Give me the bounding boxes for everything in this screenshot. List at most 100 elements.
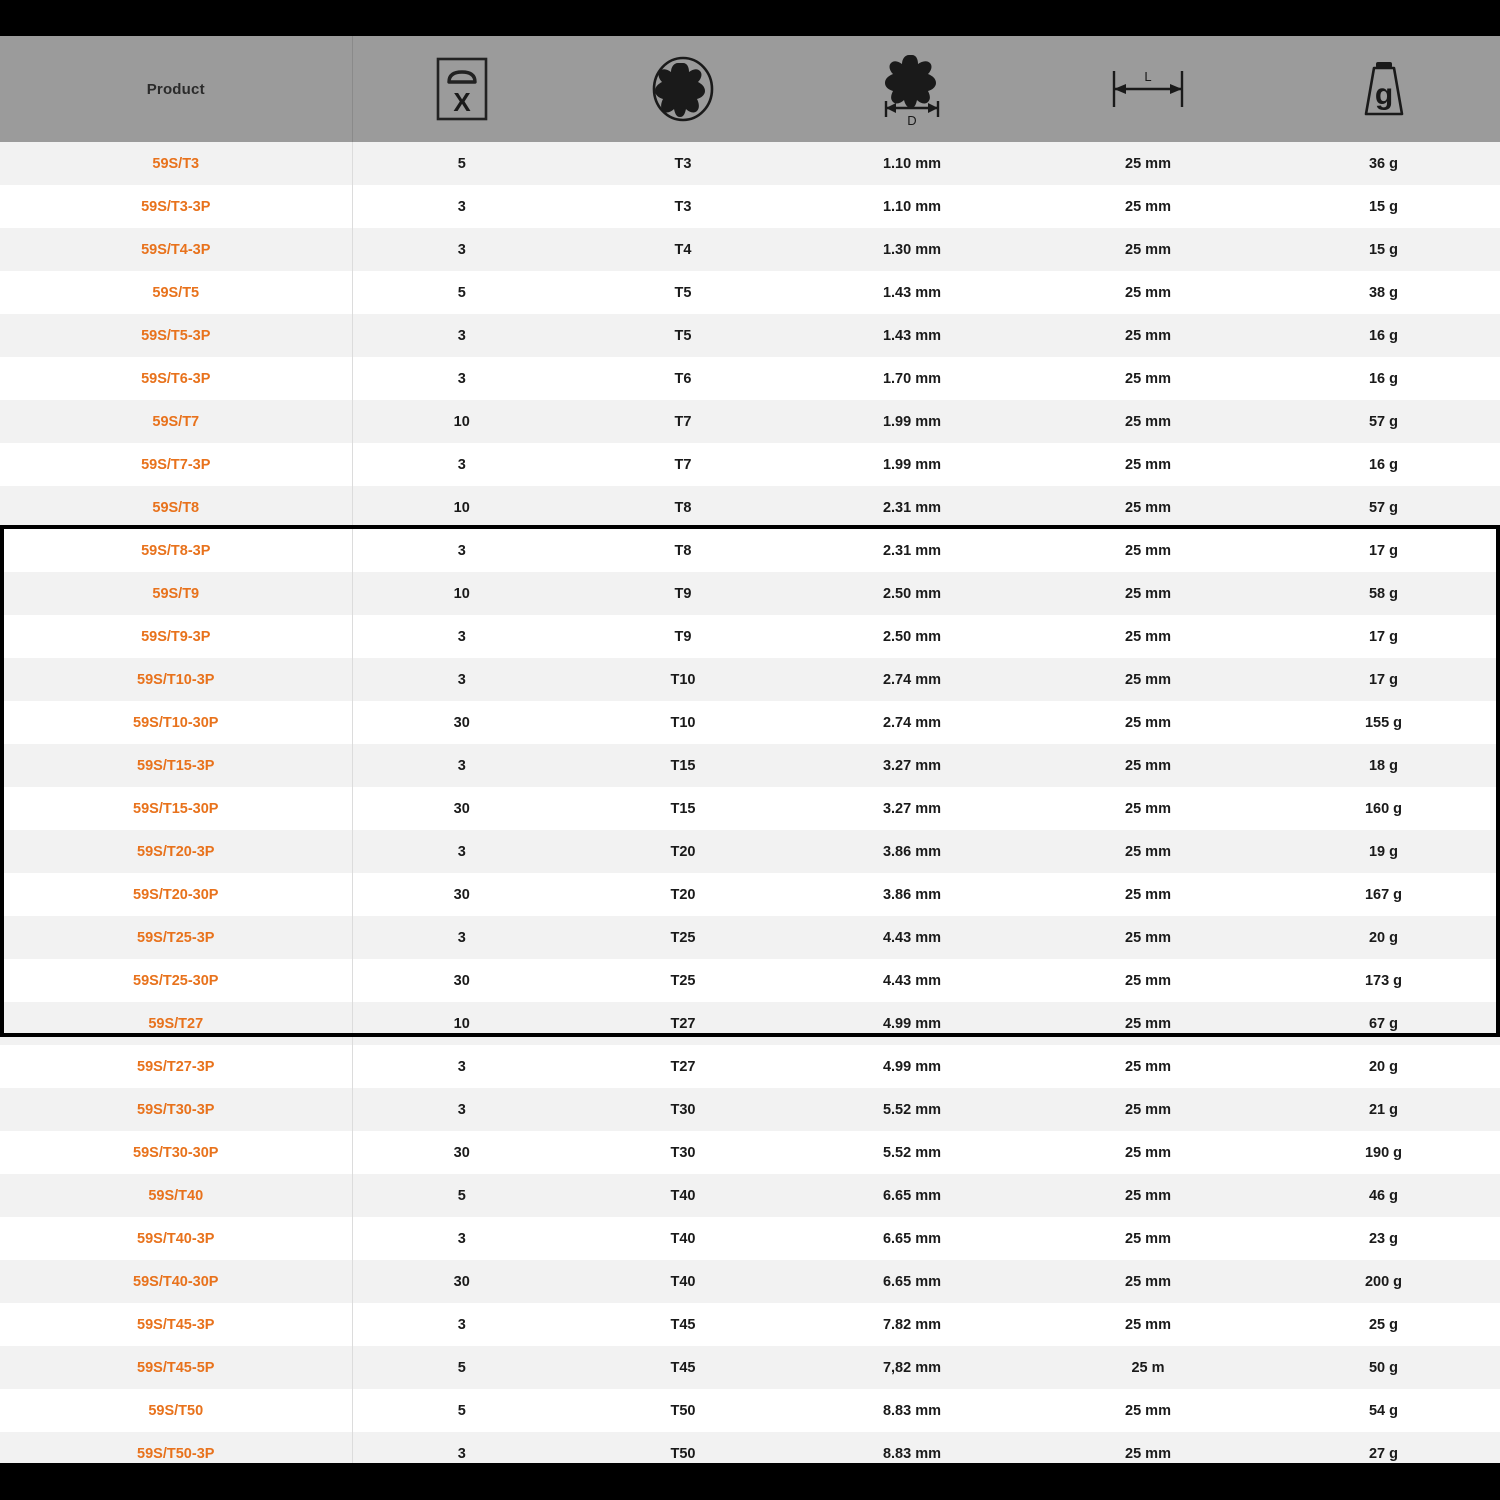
cell-pack_quantity: 30	[453, 714, 470, 731]
product-code-link[interactable]: 59S/T27-3P	[0, 1045, 353, 1088]
cell-weight: 57 g	[1368, 499, 1398, 516]
cell-drive_size: T5	[674, 327, 692, 344]
cell-drive_size: T8	[674, 499, 692, 516]
cell-pack_quantity: 3	[457, 843, 466, 860]
cell-pack_quantity: 3	[457, 241, 466, 258]
cell-pack_quantity: 30	[453, 1273, 470, 1290]
product-code-link[interactable]: 59S/T9-3P	[0, 615, 353, 658]
product-code-link[interactable]: 59S/T25-3P	[0, 916, 353, 959]
cell-diameter: 3.86 mm	[882, 843, 942, 860]
cell-diameter: 2.74 mm	[882, 714, 942, 731]
cell-diameter: 7.82 mm	[882, 1316, 942, 1333]
product-code-link[interactable]: 59S/T25-30P	[0, 959, 353, 1002]
svg-text:X: X	[453, 87, 471, 117]
table-row: 59S/T3-3P 3 T3 1.10 mm 25 mm 15 g	[0, 185, 1500, 228]
product-code-link[interactable]: 59S/T6-3P	[0, 357, 353, 400]
cell-pack_quantity: 3	[457, 456, 466, 473]
product-code-link[interactable]: 59S/T45-3P	[0, 1303, 353, 1346]
product-code-link[interactable]: 59S/T8-3P	[0, 529, 353, 572]
weight-icon: g	[1267, 36, 1500, 142]
top-black-band	[0, 0, 1500, 36]
cell-weight: 20 g	[1368, 1058, 1398, 1075]
product-code-link[interactable]: 59S/T10-30P	[0, 701, 353, 744]
cell-weight: 17 g	[1368, 542, 1398, 559]
length-dimension-icon: L	[1029, 36, 1267, 142]
product-code-link[interactable]: 59S/T40-3P	[0, 1217, 353, 1260]
table-row: 59S/T40 5 T40 6.65 mm 25 mm 46 g	[0, 1174, 1500, 1217]
cell-drive_size: T27	[670, 1015, 696, 1032]
cell-diameter: 2.50 mm	[882, 628, 942, 645]
cell-pack_quantity: 3	[457, 1101, 466, 1118]
cell-pack_quantity: 10	[453, 499, 470, 516]
product-code-link[interactable]: 59S/T7	[0, 400, 353, 443]
cell-drive_size: T7	[674, 413, 692, 430]
table-row: 59S/T10-30P 30 T10 2.74 mm 25 mm 155 g	[0, 701, 1500, 744]
cell-length: 25 mm	[1125, 1015, 1171, 1032]
product-code-link[interactable]: 59S/T45-5P	[0, 1346, 353, 1389]
cell-weight: 36 g	[1368, 155, 1398, 172]
cell-drive_size: T40	[670, 1230, 696, 1247]
cell-pack_quantity: 3	[457, 327, 466, 344]
product-code-link[interactable]: 59S/T27	[0, 1002, 353, 1045]
product-code-link[interactable]: 59S/T30-30P	[0, 1131, 353, 1174]
bottom-black-band	[0, 1463, 1500, 1500]
cell-length: 25 mm	[1125, 757, 1171, 774]
cell-pack_quantity: 30	[453, 886, 470, 903]
cell-weight: 17 g	[1368, 628, 1398, 645]
cell-length: 25 mm	[1125, 456, 1171, 473]
cell-drive_size: T30	[670, 1144, 696, 1161]
cell-weight: 25 g	[1368, 1316, 1398, 1333]
product-code-link[interactable]: 59S/T10-3P	[0, 658, 353, 701]
cell-pack_quantity: 30	[453, 1144, 470, 1161]
cell-drive_size: T27	[670, 1058, 696, 1075]
cell-weight: 50 g	[1368, 1359, 1398, 1376]
cell-diameter: 2.31 mm	[882, 542, 942, 559]
cell-weight: 190 g	[1364, 1144, 1403, 1161]
cell-weight: 58 g	[1368, 585, 1398, 602]
cell-length: 25 mm	[1125, 671, 1171, 688]
cell-pack_quantity: 3	[457, 1316, 466, 1333]
cell-length: 25 mm	[1125, 198, 1171, 215]
product-code-link[interactable]: 59S/T3-3P	[0, 185, 353, 228]
product-code-link[interactable]: 59S/T15-30P	[0, 787, 353, 830]
cell-drive_size: T45	[670, 1316, 696, 1333]
product-code-link[interactable]: 59S/T8	[0, 486, 353, 529]
product-code-link[interactable]: 59S/T20-3P	[0, 830, 353, 873]
cell-length: 25 m	[1131, 1359, 1165, 1376]
cell-pack_quantity: 10	[453, 1015, 470, 1032]
cell-weight: 173 g	[1364, 972, 1403, 989]
table-row: 59S/T20-3P 3 T20 3.86 mm 25 mm 19 g	[0, 830, 1500, 873]
cell-pack_quantity: 3	[457, 757, 466, 774]
product-code-link[interactable]: 59S/T50	[0, 1389, 353, 1432]
cell-diameter: 6.65 mm	[882, 1187, 942, 1204]
cell-drive_size: T7	[674, 456, 692, 473]
table-row: 59S/T25-3P 3 T25 4.43 mm 25 mm 20 g	[0, 916, 1500, 959]
product-code-link[interactable]: 59S/T20-30P	[0, 873, 353, 916]
cell-weight: 21 g	[1368, 1101, 1398, 1118]
product-code-link[interactable]: 59S/T9	[0, 572, 353, 615]
product-code-link[interactable]: 59S/T5-3P	[0, 314, 353, 357]
product-code-link[interactable]: 59S/T40-30P	[0, 1260, 353, 1303]
cell-weight: 54 g	[1368, 1402, 1398, 1419]
product-code-link[interactable]: 59S/T7-3P	[0, 443, 353, 486]
svg-text:D: D	[907, 113, 916, 125]
cell-weight: 18 g	[1368, 757, 1398, 774]
table-row: 59S/T7-3P 3 T7 1.99 mm 25 mm 16 g	[0, 443, 1500, 486]
spec-table-container: Product X D L g 59S/T3 5 T3 1.10 mm 25 m…	[0, 36, 1500, 1475]
table-row: 59S/T4-3P 3 T4 1.30 mm 25 mm 15 g	[0, 228, 1500, 271]
product-code-link[interactable]: 59S/T30-3P	[0, 1088, 353, 1131]
product-code-link[interactable]: 59S/T4-3P	[0, 228, 353, 271]
product-code-link[interactable]: 59S/T40	[0, 1174, 353, 1217]
product-code-link[interactable]: 59S/T15-3P	[0, 744, 353, 787]
column-header-drive-size	[571, 36, 795, 142]
cell-weight: 16 g	[1368, 327, 1398, 344]
cell-length: 25 mm	[1125, 1402, 1171, 1419]
cell-weight: 20 g	[1368, 929, 1398, 946]
cell-weight: 17 g	[1368, 671, 1398, 688]
cell-drive_size: T4	[674, 241, 692, 258]
cell-length: 25 mm	[1125, 241, 1171, 258]
cell-pack_quantity: 10	[453, 413, 470, 430]
product-code-link[interactable]: 59S/T3	[0, 142, 353, 185]
product-code-link[interactable]: 59S/T5	[0, 271, 353, 314]
cell-drive_size: T10	[670, 714, 696, 731]
